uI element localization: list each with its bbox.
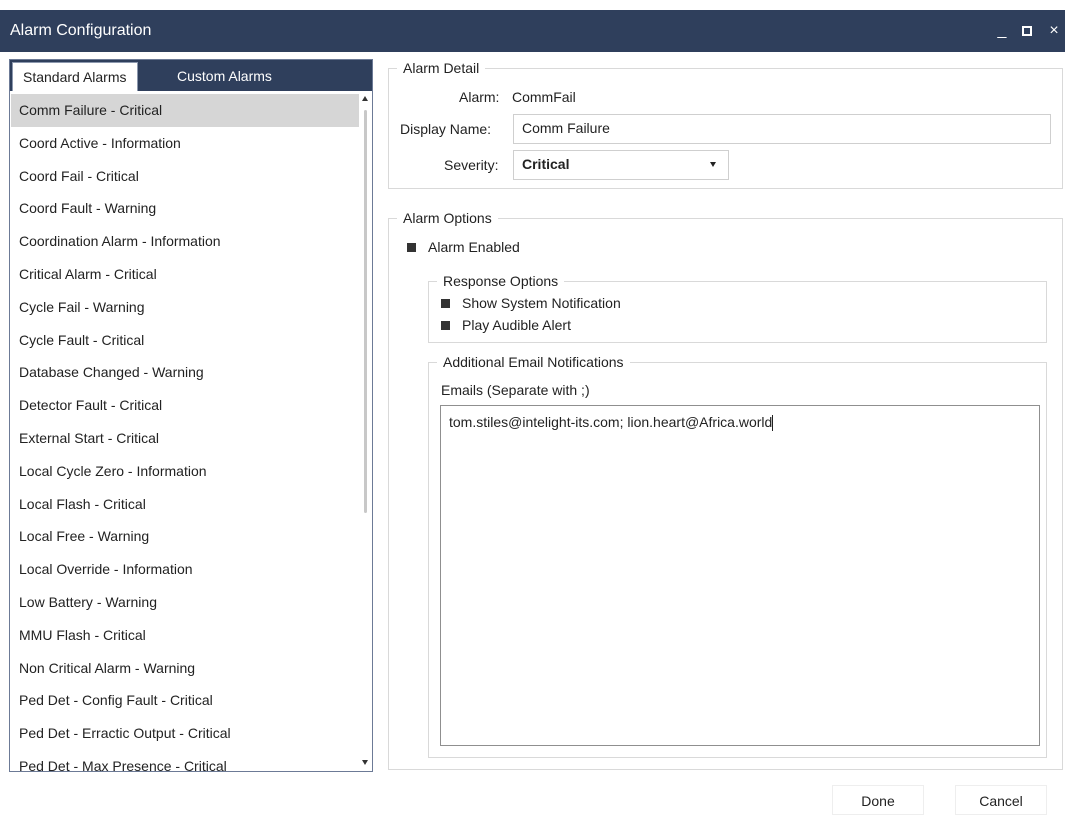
alarm-list-item[interactable]: Local Cycle Zero - Information bbox=[11, 455, 359, 488]
email-notifications-legend: Additional Email Notifications bbox=[437, 353, 630, 371]
tab-custom-alarms[interactable]: Custom Alarms bbox=[167, 62, 282, 91]
close-button[interactable]: × bbox=[1044, 21, 1064, 41]
alarm-value: CommFail bbox=[512, 89, 576, 105]
minimize-button[interactable]: _ bbox=[992, 21, 1012, 41]
response-options-legend: Response Options bbox=[437, 272, 565, 290]
scroll-up-arrow-icon[interactable] bbox=[362, 96, 368, 101]
text-caret bbox=[772, 415, 774, 432]
alarm-list-item[interactable]: Coordination Alarm - Information bbox=[11, 225, 359, 258]
emails-value: tom.stiles@intelight-its.com; lion.heart… bbox=[449, 414, 773, 430]
tab-bar: Standard Alarms Custom Alarms bbox=[10, 60, 372, 91]
tab-standard-alarms[interactable]: Standard Alarms bbox=[12, 62, 138, 91]
alarm-list-item[interactable]: Detector Fault - Critical bbox=[11, 389, 359, 422]
show-notification-checkbox[interactable] bbox=[441, 299, 450, 308]
severity-label: Severity: bbox=[444, 157, 499, 173]
window-title: Alarm Configuration bbox=[10, 22, 152, 39]
alarm-list-item[interactable]: Local Free - Warning bbox=[11, 520, 359, 553]
play-alert-checkbox[interactable] bbox=[441, 321, 450, 330]
play-alert-label: Play Audible Alert bbox=[462, 317, 571, 333]
maximize-button[interactable] bbox=[1017, 21, 1037, 41]
emails-textarea[interactable]: tom.stiles@intelight-its.com; lion.heart… bbox=[440, 405, 1040, 746]
alarm-label: Alarm: bbox=[459, 89, 500, 105]
emails-label: Emails (Separate with ;) bbox=[441, 382, 590, 398]
alarm-list-item[interactable]: Ped Det - Config Fault - Critical bbox=[11, 684, 359, 717]
alarm-list-scrollbar[interactable] bbox=[361, 94, 371, 771]
alarm-list-item[interactable]: Coord Fault - Warning bbox=[11, 192, 359, 225]
severity-select[interactable]: Critical bbox=[513, 150, 729, 180]
alarm-list-item[interactable]: Local Override - Information bbox=[11, 553, 359, 586]
alarm-list-item[interactable]: Coord Active - Information bbox=[11, 127, 359, 160]
done-button[interactable]: Done bbox=[832, 785, 924, 815]
alarm-list-item[interactable]: Coord Fail - Critical bbox=[11, 160, 359, 193]
alarm-enabled-checkbox[interactable] bbox=[407, 243, 416, 252]
alarm-list-item[interactable]: External Start - Critical bbox=[11, 422, 359, 455]
alarm-list-item[interactable]: Local Flash - Critical bbox=[11, 488, 359, 521]
alarm-list-item[interactable]: MMU Flash - Critical bbox=[11, 619, 359, 652]
alarm-enabled-label: Alarm Enabled bbox=[428, 239, 520, 255]
chevron-down-icon bbox=[710, 162, 716, 167]
alarm-list-item[interactable]: Comm Failure - Critical bbox=[11, 94, 359, 127]
alarm-list-panel: Standard Alarms Custom Alarms Comm Failu… bbox=[9, 59, 373, 772]
display-name-label: Display Name: bbox=[400, 121, 492, 137]
maximize-icon bbox=[1022, 25, 1032, 36]
show-notification-label: Show System Notification bbox=[462, 295, 621, 311]
alarm-list-item[interactable]: Cycle Fault - Critical bbox=[11, 324, 359, 357]
alarm-list-item[interactable]: Database Changed - Warning bbox=[11, 356, 359, 389]
alarm-list-item[interactable]: Low Battery - Warning bbox=[11, 586, 359, 619]
alarm-list-item[interactable]: Cycle Fail - Warning bbox=[11, 291, 359, 324]
alarm-list-item[interactable]: Ped Det - Max Presence - Critical bbox=[11, 750, 359, 771]
display-name-field[interactable]: Comm Failure bbox=[513, 114, 1051, 144]
scroll-down-arrow-icon[interactable] bbox=[362, 760, 368, 765]
alarm-list-item[interactable]: Critical Alarm - Critical bbox=[11, 258, 359, 291]
response-options-group: Response Options bbox=[428, 272, 1047, 343]
top-strip bbox=[0, 0, 1065, 8]
alarm-options-legend: Alarm Options bbox=[397, 209, 498, 227]
alarm-list-item[interactable]: Non Critical Alarm - Warning bbox=[11, 652, 359, 685]
severity-value: Critical bbox=[522, 156, 570, 172]
alarm-list-item[interactable]: Ped Det - Erractic Output - Critical bbox=[11, 717, 359, 750]
alarm-list: Comm Failure - Critical Coord Active - In… bbox=[11, 94, 359, 771]
window-titlebar: Alarm Configuration _ × bbox=[0, 10, 1065, 52]
cancel-button[interactable]: Cancel bbox=[955, 785, 1047, 815]
alarm-detail-legend: Alarm Detail bbox=[397, 59, 486, 77]
scroll-thumb[interactable] bbox=[364, 110, 367, 513]
